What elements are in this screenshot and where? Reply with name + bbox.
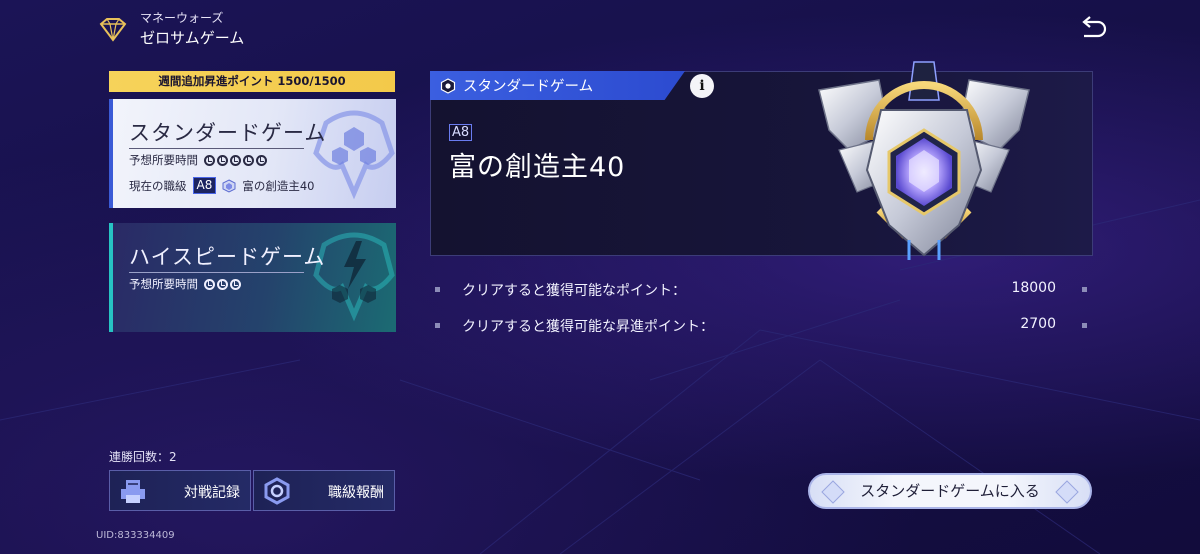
promotion-points-row: クリアすると獲得可能な昇進ポイント： 2700	[432, 314, 1092, 338]
rank-code-badge: A8	[192, 177, 217, 194]
diamond-logo-icon	[99, 18, 127, 42]
clock-icon	[243, 154, 254, 166]
panel-tag: スタンダードゲーム	[430, 71, 685, 100]
highspeed-time-row: 予想所要時間	[129, 276, 241, 292]
mode-card-highspeed[interactable]: ハイスピードゲーム 予想所要時間	[109, 223, 396, 332]
rank-crest-emblem-icon	[818, 61, 1030, 260]
standard-game-panel: スタンダードゲーム i A8 富の創造主40	[430, 61, 1093, 260]
enter-standard-game-button[interactable]: スタンダードゲームに入る	[808, 473, 1092, 509]
promotion-points-label: クリアすると獲得可能な昇進ポイント：	[462, 319, 714, 335]
rank-name: 富の創造主40	[242, 178, 315, 193]
standard-rank-row: 現在の職級 A8 富の創造主40	[129, 177, 314, 194]
divider	[129, 272, 304, 273]
hexagon-badge-icon	[264, 477, 290, 505]
info-button[interactable]: i	[690, 74, 714, 98]
clock-icons	[204, 278, 241, 290]
points-row: クリアすると獲得可能なポイント： 18000	[432, 278, 1092, 302]
time-label: 予想所要時間	[129, 153, 198, 167]
divider	[129, 148, 304, 149]
back-icon[interactable]	[1078, 16, 1108, 44]
clock-icon	[230, 154, 241, 166]
clock-icon	[256, 154, 267, 166]
rank-gem-icon	[222, 178, 236, 193]
standard-time-row: 予想所要時間	[129, 152, 267, 168]
diamond-icon	[821, 480, 845, 504]
bullet	[435, 287, 440, 292]
points-label: クリアすると獲得可能なポイント：	[462, 283, 686, 299]
win-streak: 連勝回数：2	[109, 450, 177, 464]
clock-icons	[204, 154, 267, 166]
bullet	[435, 323, 440, 328]
rank-reward-label: 職級報酬	[328, 485, 384, 501]
standard-title: スタンダードゲーム	[129, 121, 327, 145]
clock-icon	[230, 278, 241, 290]
clock-icon	[204, 278, 215, 290]
panel-rank-code: A8	[449, 124, 473, 141]
points-value: 18000	[1011, 280, 1056, 296]
user-id: UID:833334409	[96, 530, 175, 541]
weekly-promotion-points: 週間追加昇進ポイント 1500/1500	[109, 71, 395, 92]
printer-icon	[121, 480, 145, 503]
time-label: 予想所要時間	[129, 277, 198, 291]
mode-card-standard[interactable]: スタンダードゲーム 予想所要時間 現在の職級 A8 富の創造主40	[109, 99, 396, 208]
battle-history-label: 対戦記録	[184, 485, 240, 501]
highspeed-title: ハイスピードゲーム	[129, 245, 326, 269]
battle-history-button[interactable]: 対戦記録	[109, 470, 251, 511]
bullet	[1082, 287, 1087, 292]
diamond-icon	[1055, 480, 1079, 504]
promotion-points-value: 2700	[1020, 316, 1056, 332]
app-subtitle: マネーウォーズ	[140, 11, 224, 25]
panel-rank-name: 富の創造主40	[449, 152, 626, 183]
rank-label: 現在の職級	[129, 178, 187, 193]
clock-icon	[217, 154, 228, 166]
clock-icon	[217, 278, 228, 290]
rank-reward-button[interactable]: 職級報酬	[253, 470, 395, 511]
enter-button-label: スタンダードゲームに入る	[860, 482, 1040, 500]
bullet	[1082, 323, 1087, 328]
panel-tag-label: スタンダードゲーム	[463, 79, 594, 95]
clock-icon	[204, 154, 215, 166]
hexagon-icon	[440, 77, 456, 94]
page-title: ゼロサムゲーム	[140, 29, 245, 47]
